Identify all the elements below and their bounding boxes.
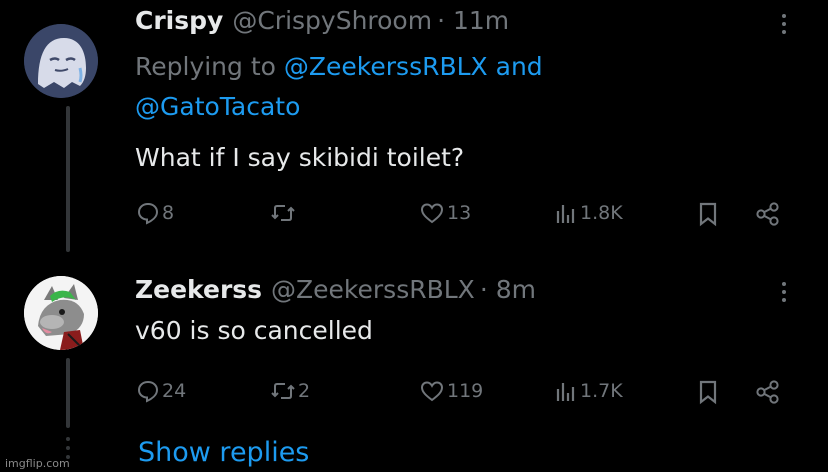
views-button[interactable]: 1.8K	[554, 201, 623, 225]
replying-to: Replying to @ZeekerssRBLX and @GatoTacat…	[135, 47, 695, 127]
views-count: 1.7K	[580, 380, 623, 402]
more-options-button[interactable]	[781, 282, 787, 306]
bookmark-icon	[699, 380, 717, 405]
thread-dot	[66, 437, 70, 441]
replying-prefix: Replying to	[135, 52, 276, 81]
watermark: imgflip.com	[5, 457, 70, 470]
thread-line	[66, 106, 70, 252]
show-replies-link[interactable]: Show replies	[138, 437, 309, 468]
reply-button[interactable]: 24	[136, 379, 186, 403]
timestamp[interactable]: · 8m	[480, 275, 536, 304]
replying-user-link[interactable]: @ZeekerssRBLX	[284, 52, 488, 81]
retweet-button[interactable]: 2	[270, 379, 310, 403]
reply-count: 24	[162, 380, 187, 402]
ghost-avatar-icon	[24, 24, 98, 98]
bookmark-icon	[699, 202, 717, 227]
replying-user-link[interactable]: @GatoTacato	[135, 92, 300, 121]
like-button[interactable]: 119	[419, 379, 483, 403]
timestamp[interactable]: · 11m	[437, 6, 509, 35]
heart-icon	[420, 203, 444, 224]
reply-icon	[137, 202, 159, 225]
share-button[interactable]	[755, 379, 781, 405]
views-icon	[556, 383, 575, 401]
share-icon	[756, 380, 779, 404]
views-count: 1.8K	[580, 202, 623, 224]
retweet-button[interactable]	[270, 201, 298, 225]
tweet-text: What if I say skibidi toilet?	[135, 143, 465, 172]
retweet-icon	[271, 205, 295, 221]
handle[interactable]: @CrispyShroom	[232, 6, 432, 35]
views-icon	[556, 205, 575, 223]
views-button[interactable]: 1.7K	[554, 379, 623, 403]
thread-dot	[66, 446, 70, 450]
retweet-icon	[271, 383, 295, 399]
like-count: 119	[447, 380, 484, 402]
display-name[interactable]: Crispy	[135, 6, 223, 35]
share-button[interactable]	[755, 201, 781, 227]
reply-button[interactable]: 8	[136, 201, 174, 225]
bookmark-button[interactable]	[697, 379, 719, 405]
reply-count: 8	[162, 202, 175, 224]
avatar-zeekerss[interactable]	[24, 276, 98, 350]
heart-icon	[420, 381, 444, 402]
more-options-button[interactable]	[781, 14, 787, 38]
tweet-1-header: Crispy @CrispyShroom · 11m	[135, 6, 509, 35]
avatar-crispy[interactable]	[24, 24, 98, 98]
retweet-count: 2	[298, 380, 311, 402]
thread-line	[66, 358, 70, 428]
bookmark-button[interactable]	[697, 201, 719, 227]
reply-icon	[137, 380, 159, 403]
tweet-text: v60 is so cancelled	[135, 316, 373, 345]
share-icon	[756, 202, 779, 226]
like-count: 13	[447, 202, 472, 224]
display-name[interactable]: Zeekerss	[135, 275, 262, 304]
like-button[interactable]: 13	[419, 201, 471, 225]
tweet-2-header: Zeekerss @ZeekerssRBLX · 8m	[135, 275, 536, 304]
wolf-avatar-icon	[24, 276, 98, 350]
handle[interactable]: @ZeekerssRBLX	[271, 275, 475, 304]
replying-and[interactable]: and	[496, 52, 543, 81]
